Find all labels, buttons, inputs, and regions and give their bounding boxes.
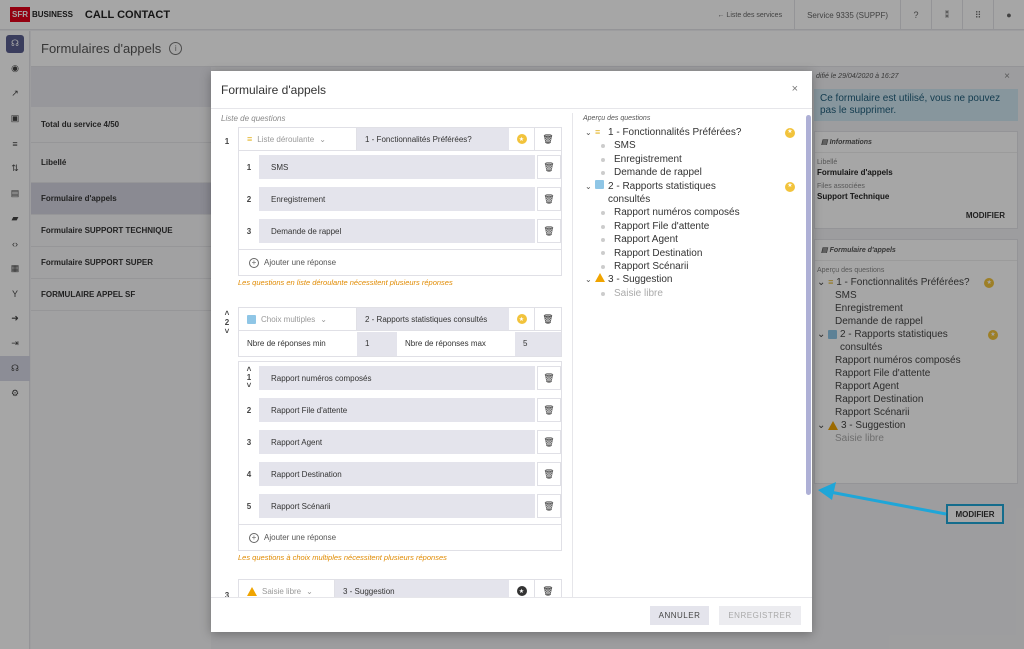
- answer-number: 2: [246, 194, 252, 204]
- save-button[interactable]: ENREGISTRER: [719, 606, 801, 625]
- answer-input[interactable]: Rapport Agent: [259, 430, 535, 454]
- scrollbar[interactable]: [806, 115, 811, 495]
- list-item: Demande de rappel: [614, 167, 702, 179]
- star-button[interactable]: ★: [509, 308, 535, 330]
- star-icon: ★: [516, 134, 527, 144]
- answer-input[interactable]: Enregistrement: [259, 187, 535, 211]
- list-item: Rapport Scénarii: [614, 261, 689, 273]
- preview-question-3: 3 - Suggestion: [608, 274, 673, 286]
- chevron-down-icon: ⌄: [306, 586, 313, 596]
- chevron-down-icon: ⌄: [319, 134, 326, 144]
- question-number: 2: [224, 318, 230, 327]
- answer-number: 1: [246, 373, 252, 382]
- answer-number: 3: [246, 437, 252, 447]
- max-answers-label: Nbre de réponses max: [405, 339, 486, 348]
- preview-question-2: 2 - Rapports statistiques consultés: [608, 180, 716, 206]
- min-answers-input[interactable]: 1: [357, 331, 397, 356]
- list-item: Rapport Destination: [614, 247, 703, 259]
- checkbox-icon: [595, 179, 604, 189]
- answer-number: 2: [246, 405, 252, 415]
- modal-title: Formulaire d'appels: [221, 82, 327, 97]
- question-name-input[interactable]: 1 - Fonctionnalités Préférées?: [357, 128, 509, 150]
- star-icon: ★: [785, 181, 795, 192]
- questions-column: Liste de questions 1 ≡ Liste déroulante ⌄ …: [221, 113, 573, 597]
- list-item: SMS: [614, 140, 636, 152]
- trash-icon[interactable]: 🗑: [537, 155, 561, 179]
- form-modal: Formulaire d'appels × Liste de questions…: [211, 71, 812, 632]
- max-answers-input[interactable]: 5: [515, 331, 561, 356]
- answer-number: 3: [246, 226, 252, 236]
- trash-icon[interactable]: 🗑: [537, 187, 561, 211]
- answer-reorder[interactable]: ˄ 1 ˅: [239, 366, 259, 390]
- chevron-down-icon: ⌄: [320, 314, 327, 324]
- chevron-down-icon[interactable]: ⌄: [585, 126, 595, 139]
- add-answer-label: Ajouter une réponse: [264, 258, 337, 267]
- star-icon: ★: [516, 314, 527, 324]
- trash-icon[interactable]: 🗑: [537, 430, 561, 454]
- answer-input[interactable]: Rapport Destination: [259, 462, 535, 486]
- question-type-label: Liste déroulante: [257, 134, 315, 144]
- answer-input[interactable]: SMS: [259, 155, 535, 179]
- trash-icon[interactable]: 🗑: [537, 398, 561, 422]
- list-item: Rapport Agent: [614, 234, 678, 246]
- trash-icon[interactable]: 🗑: [537, 366, 561, 390]
- star-icon: ★: [516, 586, 527, 596]
- trash-icon[interactable]: 🗑: [537, 462, 561, 486]
- questions-list-label: Liste de questions: [221, 114, 286, 123]
- chevron-down-icon[interactable]: ⌄: [585, 273, 595, 286]
- warning-text: Les questions à choix multiples nécessit…: [238, 553, 447, 562]
- question-number: 1: [224, 137, 230, 146]
- question-type-select[interactable]: Choix multiples ⌄: [239, 308, 357, 330]
- list-item: Saisie libre: [614, 287, 663, 299]
- trash-icon[interactable]: 🗑: [535, 128, 561, 150]
- preview-question-1: 1 - Fonctionnalités Préférées?: [608, 127, 742, 138]
- star-icon: ★: [785, 128, 795, 138]
- answer-number: 4: [246, 469, 252, 479]
- question-name-input[interactable]: 3 - Suggestion: [335, 580, 509, 597]
- cancel-button[interactable]: ANNULER: [650, 606, 709, 625]
- modal-footer: ANNULER ENREGISTRER: [211, 597, 812, 632]
- question-1: ≡ Liste déroulante ⌄ 1 - Fonctionnalités P…: [238, 127, 562, 290]
- plus-icon: +: [249, 532, 259, 543]
- list-icon: ≡: [247, 134, 253, 144]
- answer-input[interactable]: Rapport numéros composés: [259, 366, 535, 390]
- question-type-label: Choix multiples: [261, 314, 316, 324]
- question-reorder[interactable]: ˄ 2 ˅: [221, 309, 233, 336]
- trash-icon[interactable]: 🗑: [535, 580, 561, 597]
- plus-icon: +: [249, 257, 259, 268]
- add-answer-button[interactable]: + Ajouter une réponse: [239, 524, 561, 550]
- chevron-down-icon[interactable]: ⌄: [585, 180, 595, 193]
- preview-tree: ⌄ ≡ 1 - Fonctionnalités Préférées? ★ SMS En…: [585, 126, 795, 300]
- add-answer-button[interactable]: + Ajouter une réponse: [239, 249, 561, 275]
- warning-text: Les questions en liste déroulante nécess…: [238, 278, 453, 287]
- answer-input[interactable]: Rapport Scénarii: [259, 494, 535, 518]
- question-name-input[interactable]: 2 - Rapports statistiques consultés: [357, 308, 509, 330]
- list-item: Rapport numéros composés: [614, 207, 740, 219]
- answer-input[interactable]: Rapport File d'attente: [259, 398, 535, 422]
- star-button[interactable]: ★: [509, 128, 535, 150]
- answer-number: 1: [246, 162, 252, 172]
- trash-icon[interactable]: 🗑: [537, 494, 561, 518]
- preview-label: Aperçu des questions: [583, 115, 651, 122]
- question-type-select[interactable]: ≡ Liste déroulante ⌄: [239, 128, 357, 150]
- question-2: Choix multiples ⌄ 2 - Rapports statistiqu…: [238, 307, 562, 565]
- question-type-label: Saisie libre: [262, 586, 302, 596]
- trash-icon[interactable]: 🗑: [535, 308, 561, 330]
- close-icon[interactable]: ×: [792, 83, 798, 95]
- question-3: Saisie libre ⌄ 3 - Suggestion ★ 🗑: [238, 579, 562, 597]
- add-answer-label: Ajouter une réponse: [264, 533, 337, 542]
- list-item: Rapport File d'attente: [614, 220, 710, 232]
- question-type-select[interactable]: Saisie libre ⌄: [239, 580, 335, 597]
- list-icon: ≡: [595, 127, 601, 137]
- trash-icon[interactable]: 🗑: [537, 219, 561, 243]
- answer-number: 5: [246, 501, 252, 511]
- star-button[interactable]: ★: [509, 580, 535, 597]
- warning-icon: [247, 586, 257, 596]
- warning-icon: [595, 273, 605, 283]
- preview-column: Aperçu des questions ⌄ ≡ 1 - Fonctionnalit…: [573, 109, 812, 597]
- answer-input[interactable]: Demande de rappel: [259, 219, 535, 243]
- min-answers-label: Nbre de réponses min: [247, 339, 326, 348]
- checkbox-icon: [247, 314, 256, 324]
- list-item: Enregistrement: [614, 153, 682, 165]
